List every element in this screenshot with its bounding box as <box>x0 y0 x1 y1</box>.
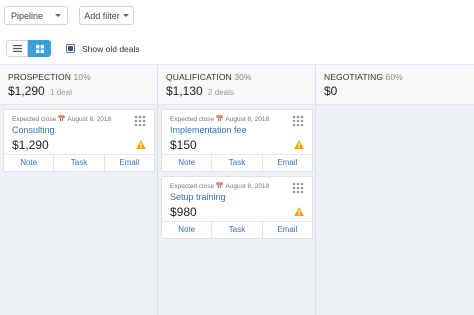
pipeline-label: Pipeline <box>11 10 44 21</box>
grid-icon <box>35 44 44 53</box>
chevron-down-icon <box>55 14 61 17</box>
board-view-button[interactable] <box>28 40 51 57</box>
stage-header: PROSPECTION 10% $1,290 1 deal <box>0 65 157 105</box>
stage-deal-count: 1 deal <box>50 88 72 97</box>
stage-title: NEGOTIATING 60% <box>324 72 403 82</box>
list-icon <box>12 45 22 52</box>
card-actions: Note Task Email <box>162 221 312 238</box>
card-actions: Note Task Email <box>4 154 154 171</box>
drag-handle-icon[interactable] <box>292 182 304 194</box>
deal-card[interactable]: Expected close 📅 August 8, 2018 Implemen… <box>161 109 313 172</box>
deal-card[interactable]: Expected close 📅 August 8, 2018 Setup tr… <box>161 176 313 239</box>
add-filter-label: Add filter <box>84 10 120 21</box>
warning-icon <box>294 140 304 149</box>
deal-value: $1,290 <box>12 138 49 152</box>
stage-title: QUALIFICATION 30% <box>166 72 252 82</box>
stage-deal-count: 2 deals <box>208 88 234 97</box>
note-button[interactable]: Note <box>4 155 55 171</box>
stage-name: NEGOTIATING <box>324 72 384 82</box>
pipeline-dropdown[interactable]: Pipeline <box>4 6 68 25</box>
stage-total: $1,130 <box>166 84 203 98</box>
note-button[interactable]: Note <box>162 222 213 238</box>
email-button[interactable]: Email <box>263 155 312 171</box>
stage-percent: 60% <box>385 72 403 82</box>
stage-amount: $0 <box>324 84 339 98</box>
email-button[interactable]: Email <box>263 222 312 238</box>
task-button[interactable]: Task <box>212 222 263 238</box>
stage-name: QUALIFICATION <box>166 72 232 82</box>
expected-close: Expected close 📅 August 8, 2018 <box>12 116 112 123</box>
deal-card[interactable]: Expected close 📅 August 8, 2018 Consulti… <box>3 109 155 172</box>
stage-amount: $1,290 1 deal <box>8 84 72 98</box>
chevron-down-icon <box>122 14 129 17</box>
add-filter-button[interactable]: Add filter <box>79 6 134 25</box>
stage-column-negotiating: NEGOTIATING 60% $0 <box>316 65 474 315</box>
deal-title[interactable]: Consulting <box>12 125 55 135</box>
expected-close: Expected close 📅 August 8, 2018 <box>170 183 270 190</box>
stage-percent: 30% <box>234 72 252 82</box>
stage-total: $0 <box>324 84 338 98</box>
warning-icon <box>136 140 146 149</box>
pipeline-board: PROSPECTION 10% $1,290 1 deal Expected c… <box>0 65 474 315</box>
drag-handle-icon[interactable] <box>292 115 304 127</box>
email-button[interactable]: Email <box>105 155 154 171</box>
task-button[interactable]: Task <box>212 155 263 171</box>
stage-header: NEGOTIATING 60% $0 <box>316 65 474 105</box>
stage-column-prospection: PROSPECTION 10% $1,290 1 deal Expected c… <box>0 65 157 315</box>
stage-column-qualification: QUALIFICATION 30% $1,130 2 deals Expecte… <box>158 65 315 315</box>
deal-title[interactable]: Implementation fee <box>170 125 247 135</box>
task-button[interactable]: Task <box>54 155 105 171</box>
stage-name: PROSPECTION <box>8 72 71 82</box>
deal-value: $980 <box>170 205 197 219</box>
drag-handle-icon[interactable] <box>134 115 146 127</box>
card-actions: Note Task Email <box>162 154 312 171</box>
stage-percent: 10% <box>73 72 91 82</box>
show-old-deals-checkbox[interactable] <box>66 44 75 53</box>
deal-value: $150 <box>170 138 197 152</box>
expected-close: Expected close 📅 August 8, 2018 <box>170 116 270 123</box>
stage-amount: $1,130 2 deals <box>166 84 234 98</box>
stage-total: $1,290 <box>8 84 45 98</box>
warning-icon <box>294 207 304 216</box>
note-button[interactable]: Note <box>162 155 213 171</box>
list-view-button[interactable] <box>6 40 28 57</box>
deal-title[interactable]: Setup training <box>170 192 226 202</box>
stage-header: QUALIFICATION 30% $1,130 2 deals <box>158 65 315 105</box>
show-old-deals-label: Show old deals <box>82 44 140 54</box>
stage-title: PROSPECTION 10% <box>8 72 91 82</box>
